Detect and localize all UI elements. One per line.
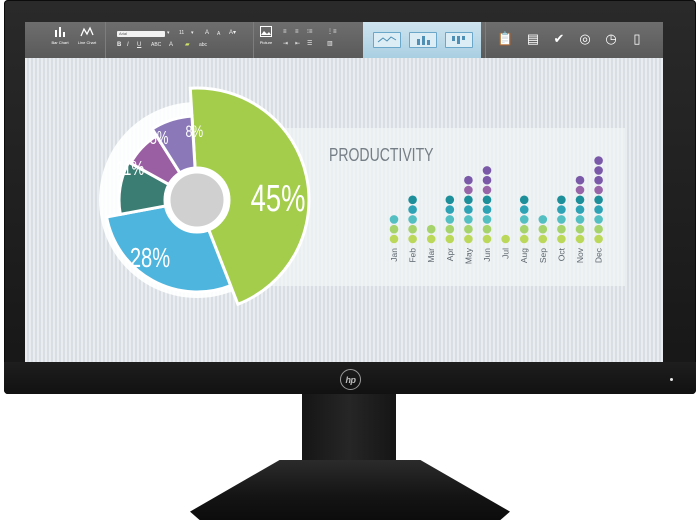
monitor-stand-neck	[302, 394, 396, 466]
pie-label-8b: 8%	[185, 122, 204, 141]
pie-label-11: 11%	[116, 158, 145, 180]
pie-label-8a: 8%	[149, 128, 169, 148]
monitor-stand-base	[190, 460, 510, 520]
power-indicator-light	[670, 378, 673, 381]
donut-center-hole	[163, 166, 231, 234]
donut-chart	[99, 86, 311, 307]
pie-label-28: 28%	[129, 242, 171, 273]
monitor-screen: Bar Chart Line Chart Arial ▾ 11 ▾ A A A▾…	[25, 22, 663, 362]
hp-logo: hp	[340, 369, 361, 390]
pie-label-45: 45%	[250, 178, 306, 220]
